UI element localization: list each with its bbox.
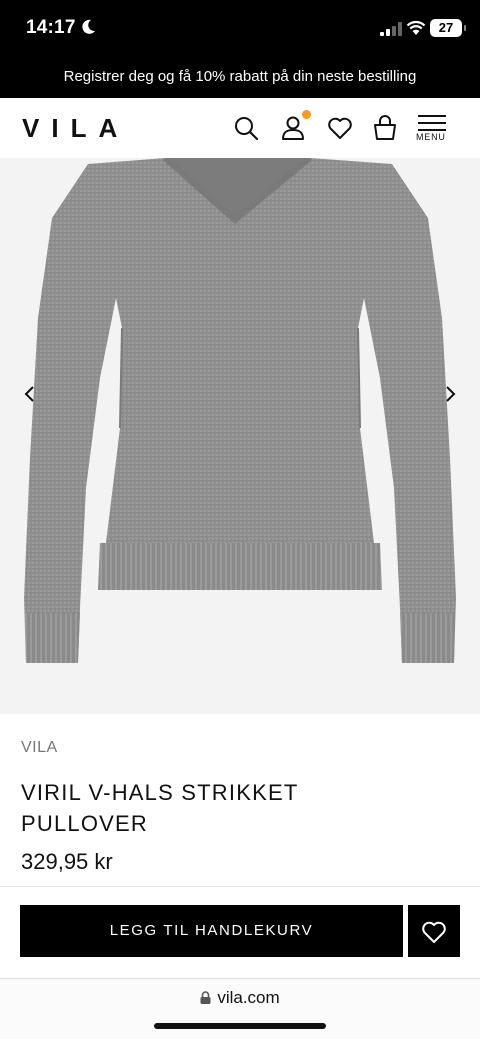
search-icon[interactable] xyxy=(232,114,260,142)
account-icon[interactable] xyxy=(279,114,307,142)
account-notification-dot xyxy=(302,110,311,119)
wifi-icon xyxy=(406,20,426,35)
promo-banner[interactable]: Registrer deg og få 10% rabatt på din ne… xyxy=(0,58,480,98)
signal-icon xyxy=(380,22,402,36)
add-to-cart-button[interactable]: LEGG TIL HANDLEKURV xyxy=(20,905,403,957)
address-field[interactable]: vila.com xyxy=(0,988,480,1008)
url-text: vila.com xyxy=(217,988,280,1007)
menu-label: MENU xyxy=(416,132,446,142)
product-image xyxy=(24,158,456,663)
previous-image-arrow[interactable] xyxy=(20,384,40,404)
purchase-bar: LEGG TIL HANDLEKURV xyxy=(0,886,480,978)
product-brand[interactable]: VILA xyxy=(21,739,58,757)
battery-indicator: 27 xyxy=(430,19,466,37)
moon-icon xyxy=(82,19,95,34)
add-to-wishlist-button[interactable] xyxy=(408,905,460,957)
product-price: 329,95 kr xyxy=(21,849,113,874)
menu-button[interactable]: MENU xyxy=(414,112,450,148)
vila-logo[interactable]: VILA xyxy=(22,113,129,144)
bag-icon[interactable] xyxy=(371,114,399,142)
status-bar: 14:17 27 xyxy=(0,0,480,58)
site-header: VILA MENU xyxy=(0,98,480,158)
heart-icon[interactable] xyxy=(326,114,354,142)
lock-icon xyxy=(200,991,211,1004)
heart-icon xyxy=(422,921,446,943)
product-info: VILA VIRIL V-HALS STRIKKET PULLOVER 329,… xyxy=(0,714,480,886)
product-image-gallery[interactable] xyxy=(0,158,480,714)
home-indicator[interactable] xyxy=(154,1023,326,1029)
next-image-arrow[interactable] xyxy=(440,384,460,404)
status-time: 14:17 xyxy=(26,17,76,38)
product-title: VIRIL V-HALS STRIKKET PULLOVER xyxy=(21,780,299,836)
browser-address-bar: vila.com xyxy=(0,978,480,1039)
